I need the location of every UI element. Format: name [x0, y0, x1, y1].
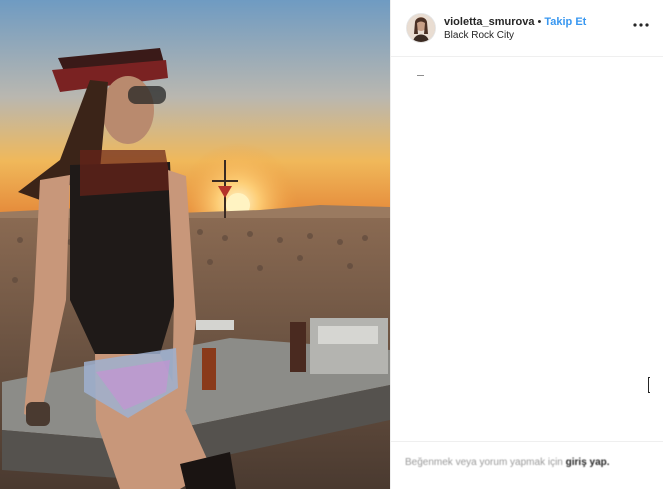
loading-indicator: [417, 75, 424, 76]
post-header: violetta_smurova • Takip Et Black Rock Cit…: [391, 0, 663, 57]
separator-dot: •: [537, 16, 542, 28]
location-link[interactable]: Black Rock City: [444, 30, 514, 42]
avatar[interactable]: [407, 14, 435, 42]
follow-button[interactable]: Takip Et: [544, 16, 586, 28]
festival-photo-illustration: [0, 0, 390, 489]
post-side-panel: violetta_smurova • Takip Et Black Rock Cit…: [390, 0, 663, 489]
post-photo[interactable]: [0, 0, 390, 489]
footer-divider: [391, 441, 663, 442]
username-link[interactable]: violetta_smurova: [444, 16, 534, 28]
text-cursor-icon: [648, 377, 650, 393]
login-prompt: Beğenmek veya yorum yapmak için giriş ya…: [405, 457, 663, 468]
login-link[interactable]: giriş yap.: [566, 457, 610, 468]
login-prompt-text: Beğenmek veya yorum yapmak için: [405, 457, 563, 468]
ellipsis-icon: [633, 23, 649, 27]
more-options-icon[interactable]: [632, 16, 650, 34]
avatar-image: [407, 14, 435, 42]
